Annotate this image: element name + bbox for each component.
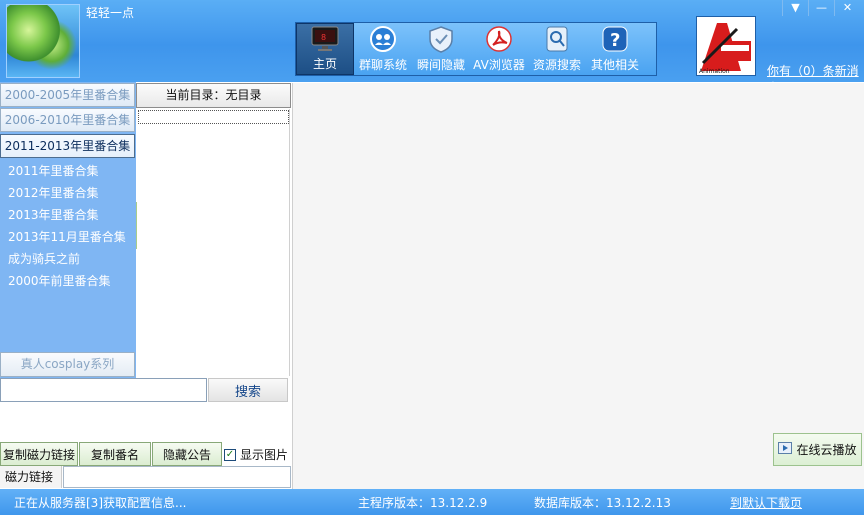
- main-version: 主程序版本：13.12.2.9: [358, 496, 488, 510]
- pdf-icon: [484, 24, 514, 54]
- category-list: 2011年里番合集 2012年里番合集 2013年里番合集 2013年11月里番…: [0, 160, 136, 292]
- cloud-play-label: 在线云播放: [796, 443, 857, 457]
- directory-list[interactable]: [137, 109, 290, 376]
- status-message: 正在从服务器[3]获取配置信息...: [14, 496, 187, 510]
- tab-label: 主页: [312, 57, 337, 71]
- magnet-field[interactable]: [63, 466, 291, 488]
- play-icon: [778, 442, 793, 457]
- cloud-play-button[interactable]: 在线云播放: [773, 433, 862, 466]
- help-icon: ?: [600, 24, 630, 54]
- close-icon[interactable]: ✕: [834, 0, 860, 16]
- list-item[interactable]: 2000年前里番合集: [0, 270, 136, 292]
- copy-title-button[interactable]: 复制番名: [79, 442, 151, 466]
- shield-icon: [426, 24, 456, 54]
- tab-group-chat[interactable]: 群聊系统: [354, 23, 412, 75]
- avatar[interactable]: Animation: [696, 16, 756, 76]
- category-tab-2000-2005[interactable]: 2000-2005年里番合集: [0, 83, 135, 107]
- tab-label: 其他相关: [590, 58, 639, 72]
- category-panel: 2000-2005年里番合集 2006-2010年里番合集 2011-2013年…: [0, 82, 136, 378]
- app-logo: [6, 4, 80, 78]
- tab-other[interactable]: ? 其他相关: [586, 23, 644, 75]
- search-icon: [542, 24, 572, 54]
- list-item[interactable]: 2011年里番合集: [0, 160, 136, 182]
- svg-text:8: 8: [321, 33, 326, 42]
- menu-icon[interactable]: ▼: [782, 0, 808, 16]
- search-button[interactable]: 搜索: [208, 378, 288, 402]
- title-bar: 轻轻一点 ▼ — ✕ 8 主页 群聊系统 瞬间隐藏 AV浏览器 资源搜索 ? 其…: [0, 0, 864, 95]
- tab-home[interactable]: 8 主页: [296, 23, 354, 75]
- window-controls: ▼ — ✕: [782, 0, 860, 16]
- svg-text:Animation: Animation: [699, 68, 730, 75]
- main-toolbar: 8 主页 群聊系统 瞬间隐藏 AV浏览器 资源搜索 ? 其他相关: [295, 22, 657, 76]
- tab-label: 瞬间隐藏: [416, 58, 465, 72]
- category-tab-cosplay[interactable]: 真人cosplay系列: [0, 352, 135, 377]
- category-tab-2011-2013[interactable]: 2011-2013年里番合集: [0, 134, 135, 158]
- minimize-icon[interactable]: —: [808, 0, 834, 16]
- database-version: 数据库版本：13.12.2.13: [534, 496, 671, 510]
- show-images-label: 显示图片: [240, 448, 289, 462]
- tab-resource-search[interactable]: 资源搜索: [528, 23, 586, 75]
- search-input[interactable]: [0, 378, 207, 402]
- category-tab-2006-2010[interactable]: 2006-2010年里番合集: [0, 108, 135, 132]
- tab-label: AV浏览器: [473, 58, 525, 72]
- list-item[interactable]: 2012年里番合集: [0, 182, 136, 204]
- svg-text:?: ?: [610, 30, 620, 51]
- tab-instant-hide[interactable]: 瞬间隐藏: [412, 23, 470, 75]
- content-area: [292, 83, 864, 489]
- list-item[interactable]: 2013年11月里番合集: [0, 226, 136, 248]
- list-item[interactable]: [138, 110, 289, 124]
- app-title: 轻轻一点: [86, 6, 135, 20]
- status-bar: 正在从服务器[3]获取配置信息... 主程序版本：13.12.2.9 数据库版本…: [0, 489, 864, 515]
- list-item[interactable]: 2013年里番合集: [0, 204, 136, 226]
- list-item[interactable]: 成为骑兵之前: [0, 248, 136, 270]
- tab-av-browser[interactable]: AV浏览器: [470, 23, 528, 75]
- checkbox-checked-icon[interactable]: ✓: [224, 448, 236, 461]
- monitor-icon: 8: [310, 24, 340, 53]
- magnet-label: 磁力链接: [0, 466, 62, 488]
- show-images-checkbox[interactable]: ✓ 显示图片: [224, 446, 288, 463]
- chat-icon: [368, 24, 398, 54]
- tab-label: 资源搜索: [532, 58, 581, 72]
- hide-notice-button[interactable]: 隐藏公告: [152, 442, 222, 466]
- tab-label: 群聊系统: [358, 58, 407, 72]
- current-directory-header: 当前目录：无目录: [136, 83, 291, 108]
- copy-magnet-button[interactable]: 复制磁力链接: [0, 442, 78, 466]
- default-download-link[interactable]: 到默认下载页: [730, 494, 802, 511]
